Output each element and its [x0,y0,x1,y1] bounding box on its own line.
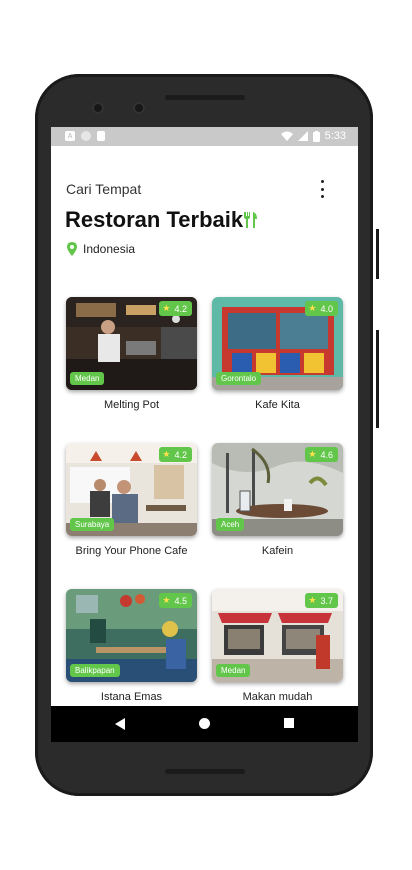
top-speaker [165,95,245,100]
restaurant-photo: ★ 4.0 Gorontalo [212,297,343,390]
restaurant-name: Melting Pot [103,399,160,411]
rating-value: 4.2 [174,449,187,460]
restaurant-card[interactable]: ★ 4.6 Aceh Kafein [212,443,343,557]
restaurant-name: Kafein [261,545,294,557]
clock: 5:33 [324,130,346,142]
page-subtitle: Cari Tempat [66,181,142,197]
recents-icon[interactable] [284,718,294,728]
signal-icon [297,131,308,141]
rating-value: 4.2 [174,303,187,314]
app-screen: A 5:33 Cari Tempat Restoran Terbaik Indo… [51,127,358,742]
location-pin-icon [67,242,77,256]
volume-button[interactable] [376,229,379,279]
restaurant-name: Makan mudah [242,691,313,703]
restaurant-photo: ★ 4.6 Aceh [212,443,343,536]
more-vert-icon[interactable] [317,180,327,198]
location-label: Indonesia [83,242,136,256]
restaurant-photo: ★ 3.7 Medan [212,589,343,682]
front-camera [92,102,104,114]
rating-badge: ★ 4.5 [159,593,192,608]
rating-value: 3.7 [320,595,333,606]
restaurant-card[interactable]: ★ 4.2 Medan Melting Pot [66,297,197,411]
restaurant-card[interactable]: ★ 4.2 Surabaya Bring Your Phone Cafe [66,443,197,557]
battery-icon [312,130,320,142]
restaurant-card[interactable]: ★ 4.0 Gorontalo Kafe Kita [212,297,343,411]
fork-knife-icon [244,212,257,228]
system-nav-bar [51,706,358,742]
restaurant-card[interactable]: ★ 4.5 Balikpapan Istana Emas [66,589,197,703]
rating-badge: ★ 4.2 [159,447,192,462]
restaurant-name: Bring Your Phone Cafe [75,545,188,557]
back-icon[interactable] [115,718,125,730]
star-icon: ★ [162,303,171,313]
front-sensor [133,102,145,114]
sd-card-icon [97,131,105,141]
rating-badge: ★ 4.6 [305,447,338,462]
restaurant-name: Kafe Kita [255,399,300,411]
city-badge: Gorontalo [216,372,262,385]
star-icon: ★ [162,449,171,459]
restaurant-photo: ★ 4.2 Surabaya [66,443,197,536]
city-badge: Aceh [216,518,245,531]
city-badge: Medan [216,664,251,677]
rating-value: 4.0 [320,303,333,314]
city-badge: Balikpapan [70,664,120,677]
rating-value: 4.6 [320,449,333,460]
restaurant-photo: ★ 4.5 Balikpapan [66,589,197,682]
home-icon[interactable] [199,718,210,729]
star-icon: ★ [308,595,317,605]
star-icon: ★ [308,303,317,313]
page-title: Restoran Terbaik [65,207,244,232]
city-badge: Medan [70,372,105,385]
notification-circle-icon [81,131,91,141]
restaurant-card[interactable]: ★ 3.7 Medan Makan mudah [212,589,343,703]
rating-badge: ★ 3.7 [305,593,338,608]
status-bar: A 5:33 [51,127,358,146]
rating-value: 4.5 [174,595,187,606]
power-button[interactable] [376,330,379,428]
city-badge: Surabaya [70,518,115,531]
restaurant-photo: ★ 4.2 Medan [66,297,197,390]
wifi-icon [280,131,293,141]
location-row[interactable]: Indonesia [67,242,135,256]
rating-badge: ★ 4.2 [159,301,192,316]
restaurant-name: Istana Emas [100,691,163,703]
star-icon: ★ [162,595,171,605]
star-icon: ★ [308,449,317,459]
rating-badge: ★ 4.0 [305,301,338,316]
bottom-speaker [165,769,245,774]
notification-a-icon: A [65,131,75,141]
